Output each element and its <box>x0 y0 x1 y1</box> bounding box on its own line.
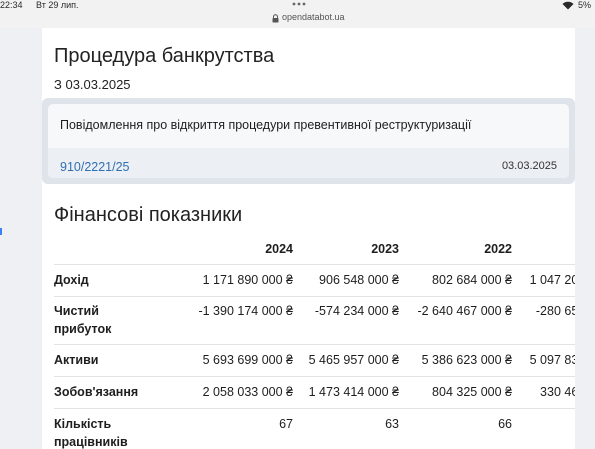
year-header: 2023 <box>371 242 399 256</box>
scroll-edge-marker <box>0 228 2 235</box>
more-dots-icon[interactable] <box>292 1 306 7</box>
page: Процедура банкрутства З 03.03.2025 Повід… <box>0 28 595 449</box>
notice-card-inner: Повідомлення про відкриття процедури пре… <box>48 104 569 178</box>
row-label: Чистий прибуток <box>54 304 112 336</box>
status-bar: 22:34 Вт 29 лип. opendatabot.ua 5% <box>0 0 595 28</box>
lock-icon <box>272 14 279 23</box>
status-time: 22:34 <box>0 0 23 10</box>
table-header-row: 2024 2023 2022 2021 <box>54 234 575 265</box>
financials-title: Фінансові показники <box>54 204 243 226</box>
year-header: 2022 <box>484 242 512 256</box>
bankruptcy-title: Процедура банкрутства <box>54 45 275 67</box>
wifi-icon <box>562 1 574 10</box>
table-row: Активи 5 693 699 000 ₴ 5 465 957 000 ₴ 5… <box>54 344 575 377</box>
table-row: Кількість працівників 67 63 66 73 <box>54 408 575 449</box>
table-cell: 73 <box>474 415 575 433</box>
table-cell: -280 658 000 ₴ <box>535 304 575 318</box>
row-label: Кількість працівників <box>54 417 128 449</box>
notice-date: 03.03.2025 <box>501 160 557 172</box>
row-label: Зобов'язання <box>54 385 139 399</box>
bankruptcy-since-date: З 03.03.2025 <box>54 77 131 92</box>
case-number-link[interactable]: 910/2221/25 <box>60 160 130 174</box>
table-cell: 1 047 205 000 ₴ <box>529 273 575 287</box>
year-header: 2021 <box>510 240 575 258</box>
status-date: Вт 29 лип. <box>36 0 79 10</box>
table-row: Чистий прибуток -1 390 174 000 ₴ -574 23… <box>54 296 575 345</box>
content-panel: Процедура банкрутства З 03.03.2025 Повід… <box>42 28 575 449</box>
row-label: Активи <box>54 353 99 367</box>
table-row: Зобов'язання 2 058 033 000 ₴ 1 473 414 0… <box>54 376 575 409</box>
battery-level: 5% <box>578 0 592 10</box>
row-label: Дохід <box>54 273 89 287</box>
table-cell: 5 097 833 000 ₴ <box>529 353 575 367</box>
table-row: Дохід 1 171 890 000 ₴ 906 548 000 ₴ 802 … <box>54 264 575 297</box>
bankruptcy-notice-card: Повідомлення про відкриття процедури пре… <box>42 98 575 184</box>
year-header: 2024 <box>265 242 293 256</box>
address-url[interactable]: opendatabot.ua <box>282 12 345 22</box>
notice-text: Повідомлення про відкриття процедури пре… <box>60 118 472 132</box>
notice-footer: 910/2221/25 03.03.2025 <box>48 148 569 178</box>
table-cell: 330 467 000 ₴ <box>540 385 575 399</box>
